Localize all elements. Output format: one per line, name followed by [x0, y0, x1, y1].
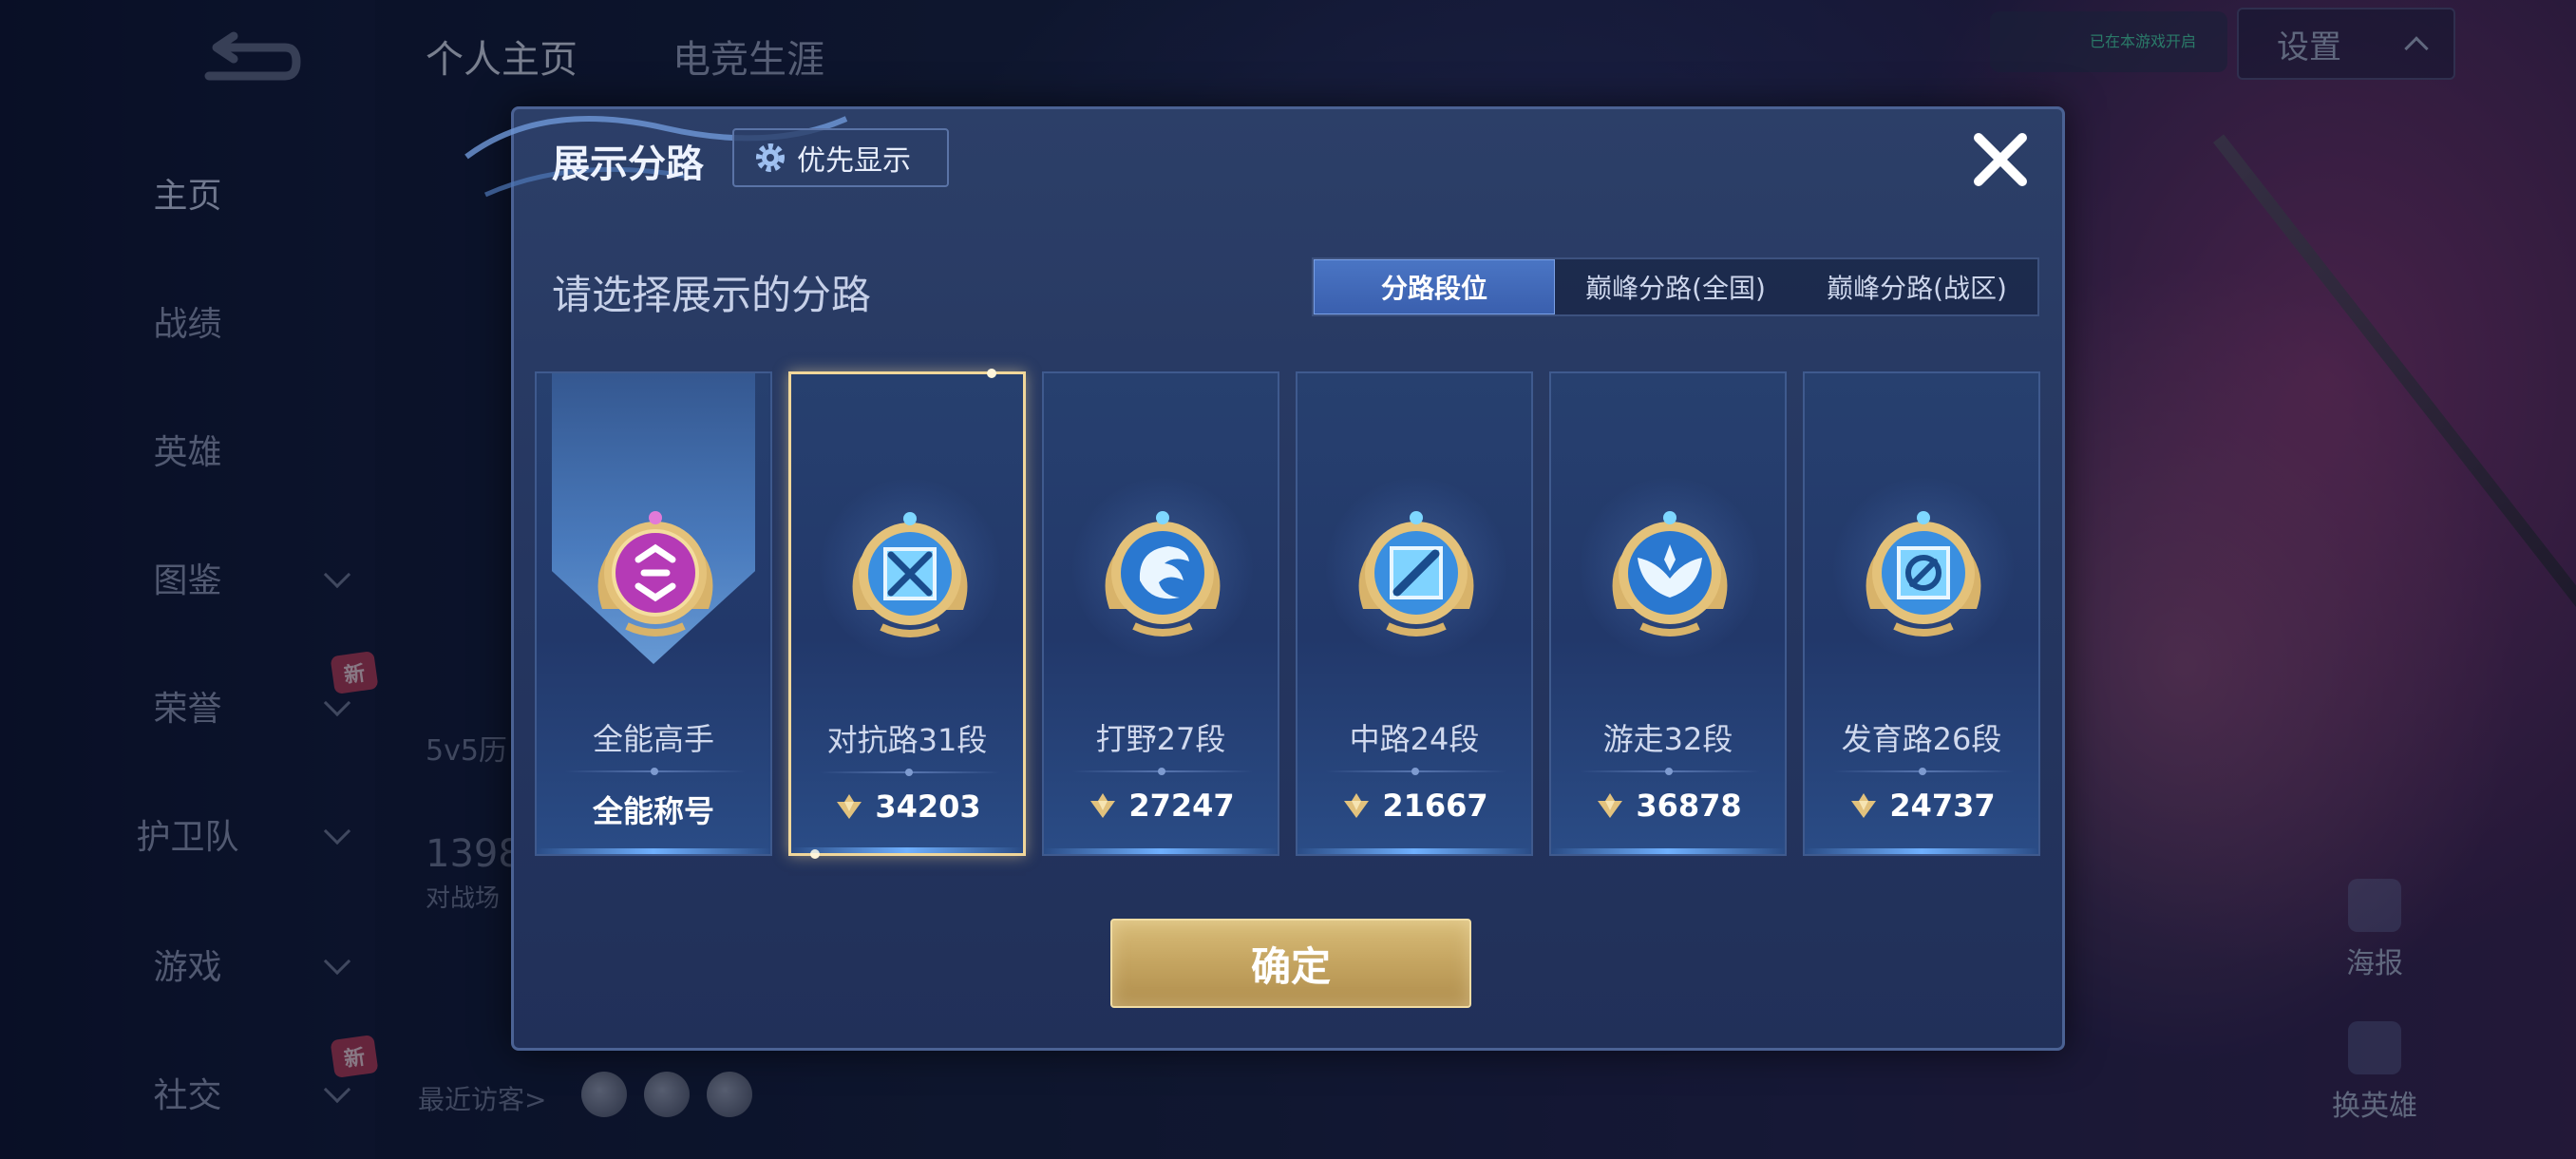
- confirm-button[interactable]: 确定: [1110, 919, 1471, 1008]
- card-glow: [1044, 848, 1278, 854]
- card-score: 36878: [1551, 788, 1785, 824]
- ranking-type-tabs: 分路段位 巅峰分路(全国) 巅峰分路(战区): [1312, 257, 2039, 316]
- card-divider: [1326, 768, 1506, 775]
- card-value-text: 全能称号: [592, 793, 714, 829]
- rank-points-icon: [1344, 793, 1370, 818]
- card-score-value: 36878: [1636, 788, 1742, 824]
- card-name: 发育路26段: [1841, 721, 2002, 757]
- rank-points-icon: [1851, 793, 1877, 818]
- card-divider: [1580, 768, 1760, 775]
- card-score-value: 34203: [875, 788, 981, 825]
- clash-lane-emblem-icon: [852, 512, 968, 637]
- lane-display-dialog: 展示分路 优先显示 请选择展示的分路 分路段位 巅峰分路(全国) 巅峰分路(战区…: [464, 106, 2065, 1051]
- card-glow: [1805, 848, 2038, 854]
- jungle-emblem-icon: [1105, 511, 1221, 636]
- rank-points-icon: [837, 794, 862, 819]
- priority-display-button[interactable]: 优先显示: [732, 128, 949, 187]
- card-divider: [820, 769, 1000, 776]
- card-divider: [1072, 768, 1253, 775]
- card-name: 游走32段: [1602, 721, 1733, 757]
- lane-card-clash[interactable]: 对抗路31段 34203: [788, 369, 1026, 859]
- card-glow: [1551, 848, 1785, 854]
- rank-points-icon: [1598, 793, 1623, 818]
- lane-card-jungle[interactable]: 打野27段 27247: [1042, 371, 1279, 856]
- lane-card-list: 全能高手 全能称号 对抗路31段 34203 打野27段 27247 中路24段…: [535, 369, 2045, 859]
- rank-points-icon: [1090, 793, 1116, 818]
- card-score: 27247: [1044, 788, 1278, 824]
- card-divider: [1833, 768, 2014, 775]
- card-value: 全能称号: [537, 788, 770, 831]
- card-score: 24737: [1805, 788, 2038, 824]
- dialog-subtitle: 请选择展示的分路: [552, 272, 872, 318]
- card-glow: [791, 847, 1023, 853]
- tab-peak-national[interactable]: 巅峰分路(全国): [1555, 259, 1796, 314]
- card-score-value: 27247: [1128, 788, 1235, 824]
- card-glow: [537, 848, 770, 854]
- card-divider: [565, 768, 746, 775]
- card-name: 对抗路31段: [826, 722, 988, 758]
- all-round-emblem-icon: [597, 511, 713, 636]
- card-glow: [1297, 848, 1531, 854]
- card-score: 21667: [1297, 788, 1531, 824]
- card-score: 34203: [791, 788, 1023, 825]
- dialog-title: 展示分路: [552, 142, 704, 186]
- close-icon[interactable]: [1967, 126, 2034, 193]
- card-name: 打野27段: [1095, 721, 1226, 757]
- lane-card-mid[interactable]: 中路24段 21667: [1296, 371, 1533, 856]
- gear-icon: [756, 143, 785, 172]
- lane-card-all-round[interactable]: 全能高手 全能称号: [535, 371, 772, 856]
- lane-card-farm[interactable]: 发育路26段 24737: [1803, 371, 2040, 856]
- card-name: 全能高手: [592, 721, 714, 757]
- corner-dot: [987, 369, 996, 378]
- card-score-value: 24737: [1889, 788, 1996, 824]
- tab-lane-rank[interactable]: 分路段位: [1314, 259, 1555, 314]
- lane-card-roam[interactable]: 游走32段 36878: [1549, 371, 1787, 856]
- farm-lane-emblem-icon: [1866, 511, 1981, 636]
- tab-peak-region[interactable]: 巅峰分路(战区): [1796, 259, 2037, 314]
- mid-lane-emblem-icon: [1358, 511, 1474, 636]
- card-name: 中路24段: [1349, 721, 1480, 757]
- priority-label: 优先显示: [797, 144, 911, 178]
- roam-emblem-icon: [1612, 511, 1728, 636]
- card-score-value: 21667: [1382, 788, 1488, 824]
